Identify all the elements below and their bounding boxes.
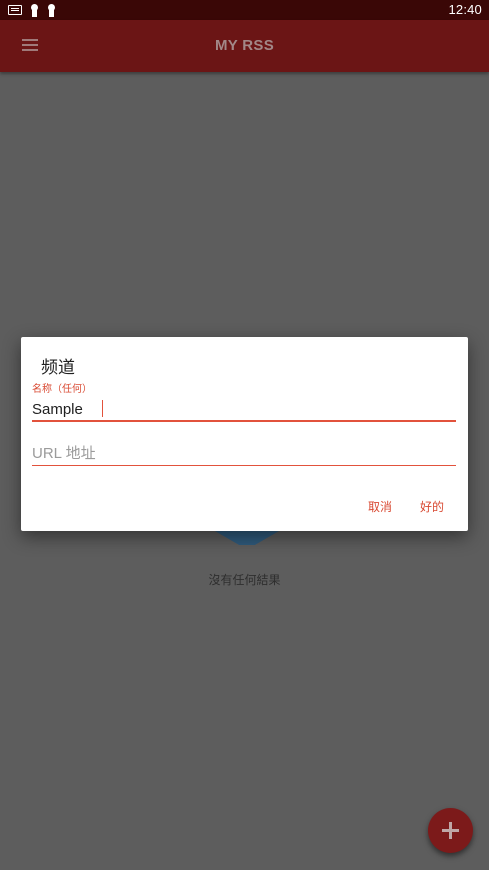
url-input-underline <box>32 465 456 466</box>
add-feed-button[interactable] <box>428 808 473 853</box>
app-title: MY RSS <box>214 37 275 54</box>
status-bar: 12:40 <box>0 0 489 20</box>
channel-dialog: 频道 名称（任何） 取消 好的 <box>21 337 468 531</box>
key-icon <box>47 3 56 17</box>
ok-button[interactable]: 好的 <box>420 498 444 515</box>
name-field-label: 名称（任何） <box>32 384 92 395</box>
keyboard-icon <box>8 5 22 15</box>
app-bar: MY RSS <box>0 20 489 72</box>
name-input-underline <box>32 420 456 422</box>
cancel-button[interactable]: 取消 <box>368 498 392 515</box>
plus-icon <box>442 822 459 839</box>
text-caret <box>102 400 103 417</box>
empty-state-text: 沒有任何結果 <box>208 573 281 587</box>
key-icon <box>30 3 39 17</box>
status-time: 12:40 <box>448 2 482 17</box>
url-input[interactable] <box>32 443 456 463</box>
dialog-title: 频道 <box>41 358 75 377</box>
name-input[interactable] <box>32 399 456 419</box>
